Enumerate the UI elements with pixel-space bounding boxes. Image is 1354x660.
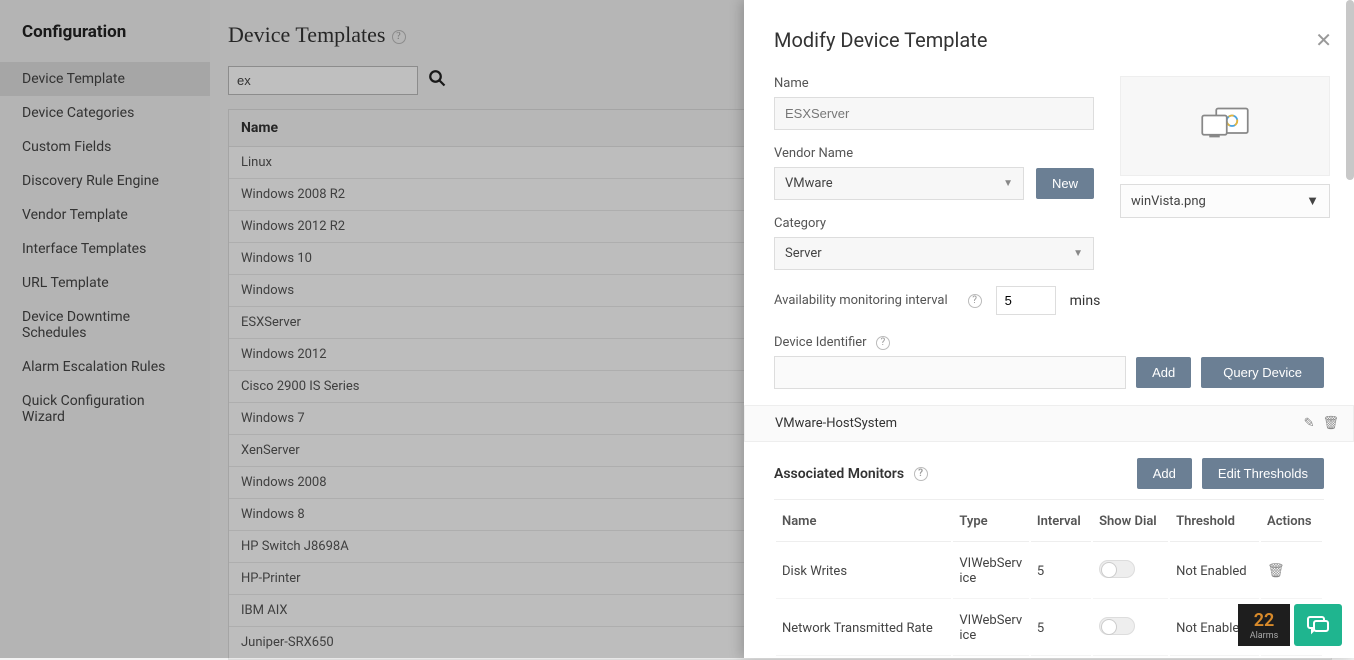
vendor-label: Vendor Name [774, 146, 1094, 161]
caret-down-icon: ▼ [1003, 178, 1013, 189]
image-select[interactable]: winVista.png ▼ [1120, 184, 1330, 218]
delete-icon[interactable]: 🗑 [1267, 563, 1285, 579]
vendor-select-value: VMware [785, 176, 833, 191]
alarms-badge[interactable]: 22 Alarms [1238, 604, 1290, 646]
device-identifier-label: Device Identifier ? [774, 335, 1324, 350]
col-interval[interactable]: Interval [1031, 502, 1091, 542]
name-input[interactable] [774, 97, 1094, 130]
delete-icon[interactable]: 🗑 [1322, 416, 1339, 431]
monitor-name: Disk Writes [776, 544, 951, 599]
add-identifier-button[interactable]: Add [1136, 357, 1191, 388]
caret-down-icon: ▼ [1306, 193, 1319, 209]
monitor-type: VIWebService [953, 544, 1028, 599]
new-vendor-button[interactable]: New [1036, 168, 1094, 199]
monitor-type: VIWebService [953, 601, 1028, 656]
help-icon[interactable]: ? [968, 294, 982, 308]
category-label: Category [774, 216, 1094, 231]
add-monitor-button[interactable]: Add [1137, 458, 1192, 489]
help-icon[interactable]: ? [914, 467, 928, 481]
identifier-value: VMware-HostSystem [759, 416, 897, 431]
scrollbar-thumb[interactable] [1346, 0, 1354, 180]
category-select[interactable]: Server ▼ [774, 237, 1094, 270]
availability-label: Availability monitoring interval [774, 293, 948, 308]
col-actions[interactable]: Actions [1261, 502, 1322, 542]
edit-thresholds-button[interactable]: Edit Thresholds [1202, 458, 1324, 489]
show-dial-toggle[interactable] [1099, 560, 1135, 578]
device-icon [1197, 102, 1253, 150]
monitor-row: Disk Writes VIWebService 5 Not Enabled 🗑 [776, 544, 1322, 599]
monitor-name: Network Transmitted Rate [776, 601, 951, 656]
image-preview [1120, 76, 1330, 176]
availability-input[interactable] [996, 286, 1056, 315]
query-device-button[interactable]: Query Device [1201, 357, 1324, 388]
monitor-threshold: Not Enabled [1170, 544, 1259, 599]
caret-down-icon: ▼ [1073, 248, 1083, 259]
identifier-row: VMware-HostSystem ✎ 🗑 [744, 405, 1354, 442]
edit-icon[interactable]: ✎ [1304, 416, 1315, 431]
col-show-dial[interactable]: Show Dial [1093, 502, 1168, 542]
col-name[interactable]: Name [776, 502, 951, 542]
availability-unit: mins [1070, 293, 1101, 309]
vendor-select[interactable]: VMware ▼ [774, 167, 1024, 200]
chat-button[interactable] [1294, 604, 1342, 646]
help-icon[interactable]: ? [876, 336, 890, 350]
image-select-value: winVista.png [1131, 194, 1206, 209]
device-identifier-input[interactable] [774, 356, 1126, 389]
chat-icon [1306, 615, 1330, 635]
alarms-count: 22 [1254, 610, 1275, 631]
name-label: Name [774, 76, 1094, 91]
alarms-label: Alarms [1250, 631, 1279, 641]
show-dial-toggle[interactable] [1099, 617, 1135, 635]
modify-template-panel: ✕ Modify Device Template Name Vendor Nam… [744, 0, 1354, 658]
close-icon[interactable]: ✕ [1315, 28, 1332, 52]
col-type[interactable]: Type [953, 502, 1028, 542]
panel-title: Modify Device Template [774, 28, 1324, 52]
monitor-interval: 5 [1031, 601, 1091, 656]
monitor-interval: 5 [1031, 544, 1091, 599]
col-threshold[interactable]: Threshold [1170, 502, 1259, 542]
category-select-value: Server [785, 246, 822, 261]
associated-monitors-label: Associated Monitors ? [774, 466, 928, 482]
